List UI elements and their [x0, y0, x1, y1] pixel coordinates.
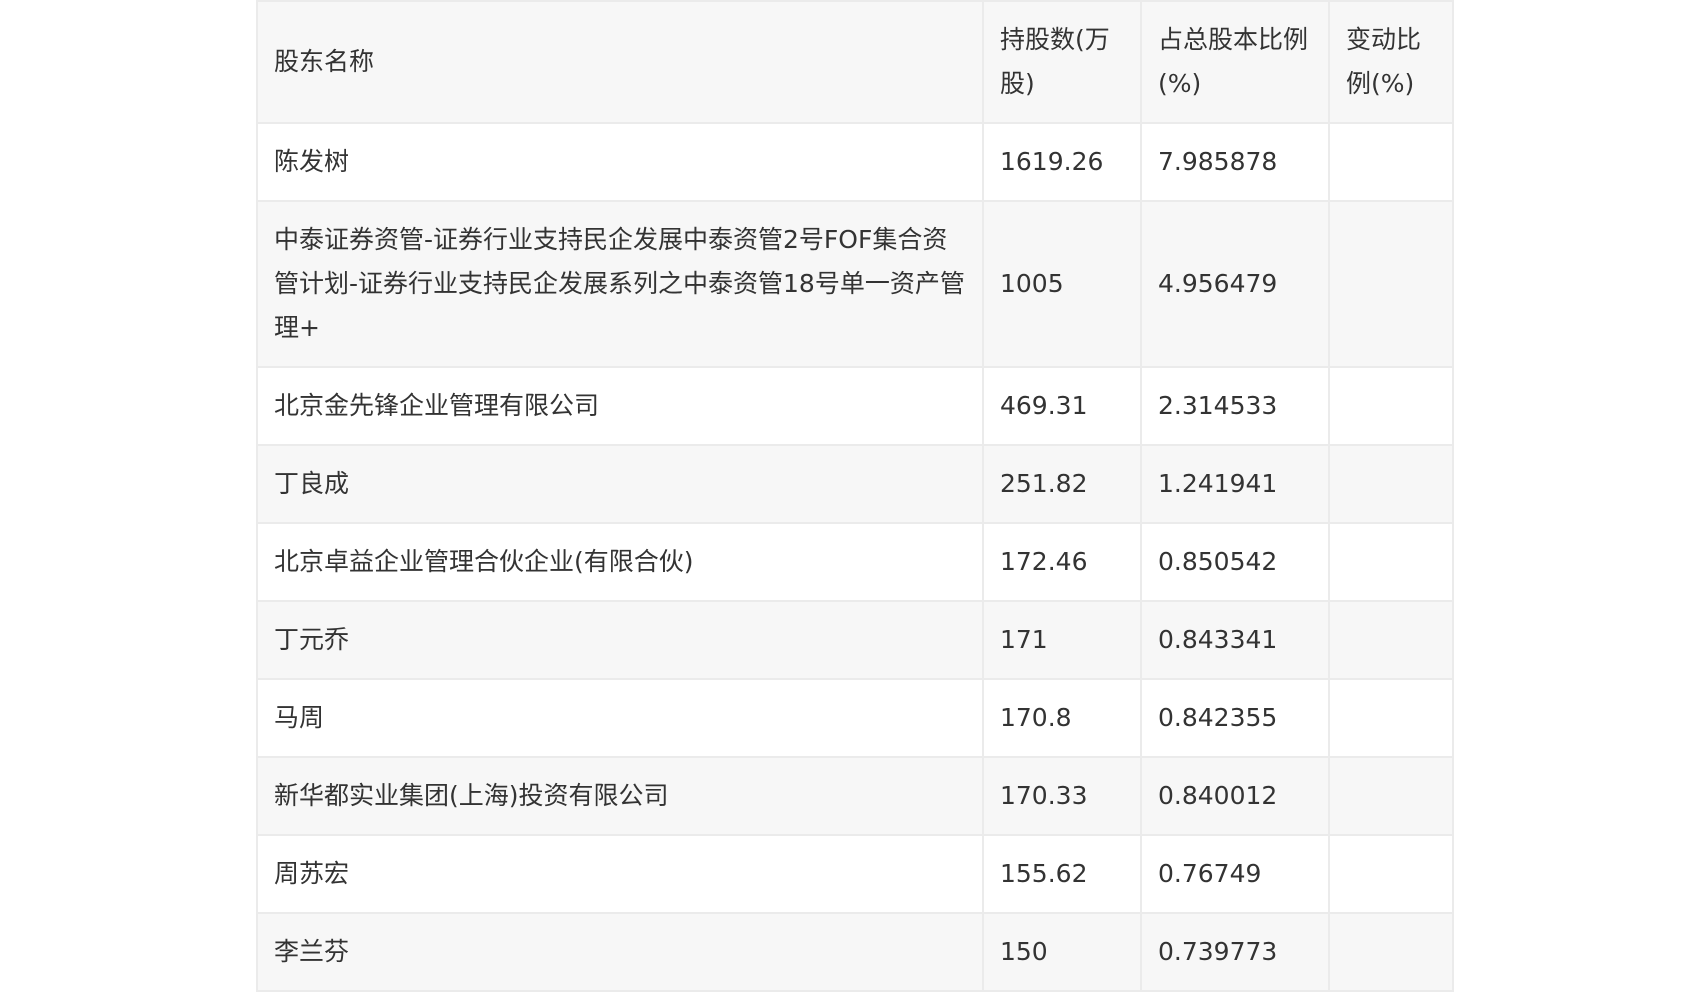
table-row: 周苏宏 155.62 0.76749: [256, 834, 1454, 914]
cell-name: 北京金先锋企业管理有限公司: [256, 366, 984, 446]
table-row: 丁元乔 171 0.843341: [256, 600, 1454, 680]
table-row: 中泰证券资管-证券行业支持民企发展中泰资管2号FOF集合资管计划-证券行业支持民…: [256, 200, 1454, 368]
cell-ratio: 0.842355: [1140, 678, 1330, 758]
cell-ratio: 0.739773: [1140, 912, 1330, 992]
cell-change: [1328, 600, 1454, 680]
cell-change: [1328, 756, 1454, 836]
cell-ratio: 0.76749: [1140, 834, 1330, 914]
cell-name: 丁元乔: [256, 600, 984, 680]
header-change: 变动比例(%): [1328, 0, 1454, 124]
header-ratio: 占总股本比例(%): [1140, 0, 1330, 124]
table-row: 李兰芬 150 0.739773: [256, 912, 1454, 992]
cell-ratio: 7.985878: [1140, 122, 1330, 202]
cell-ratio: 2.314533: [1140, 366, 1330, 446]
cell-name: 新华都实业集团(上海)投资有限公司: [256, 756, 984, 836]
cell-change: [1328, 834, 1454, 914]
cell-shares: 251.82: [982, 444, 1142, 524]
cell-ratio: 0.843341: [1140, 600, 1330, 680]
table-row: 陈发树 1619.26 7.985878: [256, 122, 1454, 202]
cell-name: 周苏宏: [256, 834, 984, 914]
cell-name: 中泰证券资管-证券行业支持民企发展中泰资管2号FOF集合资管计划-证券行业支持民…: [256, 200, 984, 368]
table-body: 陈发树 1619.26 7.985878 中泰证券资管-证券行业支持民企发展中泰…: [256, 122, 1454, 992]
shareholder-table-container: 股东名称 持股数(万股) 占总股本比例(%) 变动比例(%) 陈发树 1619.…: [256, 0, 1454, 992]
table-row: 北京卓益企业管理合伙企业(有限合伙) 172.46 0.850542: [256, 522, 1454, 602]
cell-change: [1328, 444, 1454, 524]
cell-shares: 150: [982, 912, 1142, 992]
table-row: 马周 170.8 0.842355: [256, 678, 1454, 758]
table-row: 丁良成 251.82 1.241941: [256, 444, 1454, 524]
table-header: 股东名称 持股数(万股) 占总股本比例(%) 变动比例(%): [256, 0, 1454, 124]
cell-change: [1328, 522, 1454, 602]
cell-ratio: 0.840012: [1140, 756, 1330, 836]
cell-shares: 170.33: [982, 756, 1142, 836]
cell-shares: 171: [982, 600, 1142, 680]
shareholder-table: 股东名称 持股数(万股) 占总股本比例(%) 变动比例(%) 陈发树 1619.…: [256, 0, 1454, 992]
cell-change: [1328, 912, 1454, 992]
header-row: 股东名称 持股数(万股) 占总股本比例(%) 变动比例(%): [256, 0, 1454, 124]
cell-shares: 155.62: [982, 834, 1142, 914]
cell-ratio: 1.241941: [1140, 444, 1330, 524]
cell-shares: 170.8: [982, 678, 1142, 758]
cell-shares: 1005: [982, 200, 1142, 368]
cell-change: [1328, 366, 1454, 446]
cell-shares: 469.31: [982, 366, 1142, 446]
cell-ratio: 4.956479: [1140, 200, 1330, 368]
header-shareholder-name: 股东名称: [256, 0, 984, 124]
table-row: 新华都实业集团(上海)投资有限公司 170.33 0.840012: [256, 756, 1454, 836]
cell-change: [1328, 678, 1454, 758]
cell-ratio: 0.850542: [1140, 522, 1330, 602]
cell-change: [1328, 122, 1454, 202]
cell-name: 马周: [256, 678, 984, 758]
cell-name: 陈发树: [256, 122, 984, 202]
cell-shares: 172.46: [982, 522, 1142, 602]
cell-name: 丁良成: [256, 444, 984, 524]
cell-shares: 1619.26: [982, 122, 1142, 202]
header-shares: 持股数(万股): [982, 0, 1142, 124]
table-row: 北京金先锋企业管理有限公司 469.31 2.314533: [256, 366, 1454, 446]
cell-change: [1328, 200, 1454, 368]
cell-name: 李兰芬: [256, 912, 984, 992]
cell-name: 北京卓益企业管理合伙企业(有限合伙): [256, 522, 984, 602]
